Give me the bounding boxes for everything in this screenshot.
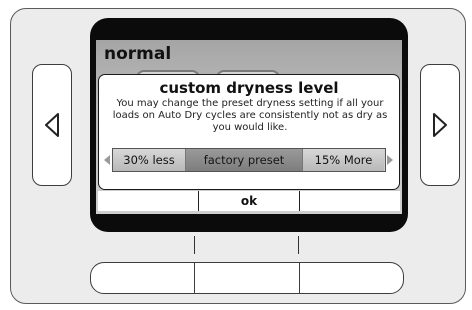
bottom-center-button[interactable]	[194, 263, 298, 293]
option-30-less[interactable]: 30% less	[113, 149, 185, 171]
left-arrow-button[interactable]	[32, 64, 72, 186]
softkey-right[interactable]	[299, 191, 400, 211]
softkey-left[interactable]	[98, 191, 198, 211]
softkey-bar: ok	[98, 191, 400, 211]
dialog-message: You may change the preset dryness settin…	[112, 98, 388, 133]
bottom-left-button[interactable]	[91, 263, 194, 293]
triangle-left-icon	[45, 113, 59, 137]
softkey-ok[interactable]: ok	[198, 191, 299, 211]
divider	[298, 236, 299, 254]
selector-right-arrow-icon[interactable]	[387, 155, 393, 165]
right-arrow-button[interactable]	[420, 64, 460, 186]
divider	[194, 236, 195, 254]
bottom-right-button[interactable]	[298, 263, 403, 293]
option-factory-preset[interactable]: factory preset	[185, 149, 303, 171]
dialog-title: custom dryness level	[159, 79, 339, 97]
screen-title: normal	[104, 44, 172, 64]
option-15-more[interactable]: 15% More	[303, 149, 384, 171]
triangle-right-icon	[433, 113, 447, 137]
dryness-dialog: custom dryness level You may change the …	[98, 74, 400, 190]
selector-left-arrow-icon[interactable]	[104, 155, 110, 165]
dryness-selector[interactable]: 30% less factory preset 15% More	[112, 148, 386, 172]
bottom-button-bar	[90, 262, 404, 294]
